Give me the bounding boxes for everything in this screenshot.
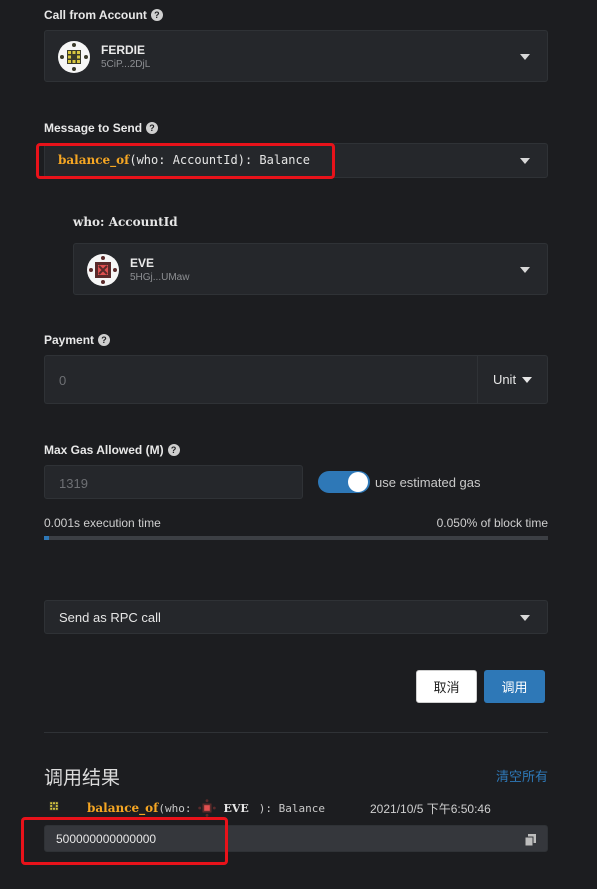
chevron-down-icon [520,158,530,164]
unit-label: Unit [492,372,517,387]
cancel-button[interactable]: 取消 [416,670,477,703]
param-who-account-select[interactable]: EVE 5HGj...UMaw [73,243,548,295]
gas-placeholder: 1319 [59,476,88,491]
param-name: who: [73,215,105,229]
account-address: 5HGj...UMaw [130,272,190,283]
send-mode-select[interactable]: Send as RPC call [44,600,548,634]
param-who-label: who: AccountId [73,215,178,229]
copy-icon[interactable] [524,833,537,847]
chevron-down-icon [520,54,530,60]
eve-identicon [197,799,217,817]
result-timestamp: 2021/10/5 下午6:50:46 [370,802,491,816]
use-estimated-gas-toggle[interactable] [318,471,370,493]
account-name: EVE [130,256,155,270]
account-name: FERDIE [101,43,146,57]
execution-time: 0.001s execution time [44,516,161,530]
call-button[interactable]: 调用 [484,670,545,703]
method-params: (who: AccountId): Balance [129,153,310,167]
send-mode-value: Send as RPC call [59,610,161,625]
message-label: Message to Send ? [44,121,159,135]
toggle-knob [348,472,368,492]
call-from-label: Call from Account ? [44,8,163,22]
result-method: balance_of [87,801,159,815]
payment-label-text: Payment [44,333,95,347]
result-signature: balance_of (who: EVE ): Balance [87,799,325,817]
call-from-label-text: Call from Account [44,8,147,22]
help-icon[interactable]: ? [146,122,159,134]
method-name: balance_of [58,153,130,167]
payment-label: Payment ? [44,333,111,347]
block-time-progress [44,536,548,540]
result-account: EVE [223,801,249,815]
ferdie-identicon [44,796,64,816]
param-type: AccountId [108,215,178,229]
help-icon[interactable]: ? [167,444,180,456]
result-close: ): Balance [258,801,326,815]
call-from-account-select[interactable]: FERDIE 5CiP...2DjL [44,30,548,82]
gas-input[interactable]: 1319 [44,465,303,499]
help-icon[interactable]: ? [98,334,111,346]
block-time-progress-fill [44,536,50,540]
account-address: 5CiP...2DjL [101,59,151,70]
gas-label-text: Max Gas Allowed (M) [44,443,164,457]
chevron-down-icon [520,267,530,273]
divider [44,732,548,733]
help-icon[interactable]: ? [150,9,163,21]
payment-input[interactable]: 0 [44,355,478,404]
chevron-down-icon [520,615,530,621]
clear-all-link[interactable]: 清空所有 [496,766,548,785]
caret-down-icon [522,376,533,383]
results-title: 调用结果 [44,768,121,789]
highlight-box [21,817,228,865]
message-label-text: Message to Send [44,121,143,135]
ferdie-identicon [58,41,90,73]
gas-label: Max Gas Allowed (M) ? [44,443,180,457]
block-time: 0.050% of block time [436,516,548,530]
result-open: (who: [158,801,192,815]
eve-identicon [87,254,119,286]
unit-dropdown[interactable]: Unit [477,355,548,404]
payment-placeholder: 0 [59,373,67,388]
message-signature: balance_of(who: AccountId): Balance [58,153,310,167]
toggle-label: use estimated gas [375,475,481,490]
